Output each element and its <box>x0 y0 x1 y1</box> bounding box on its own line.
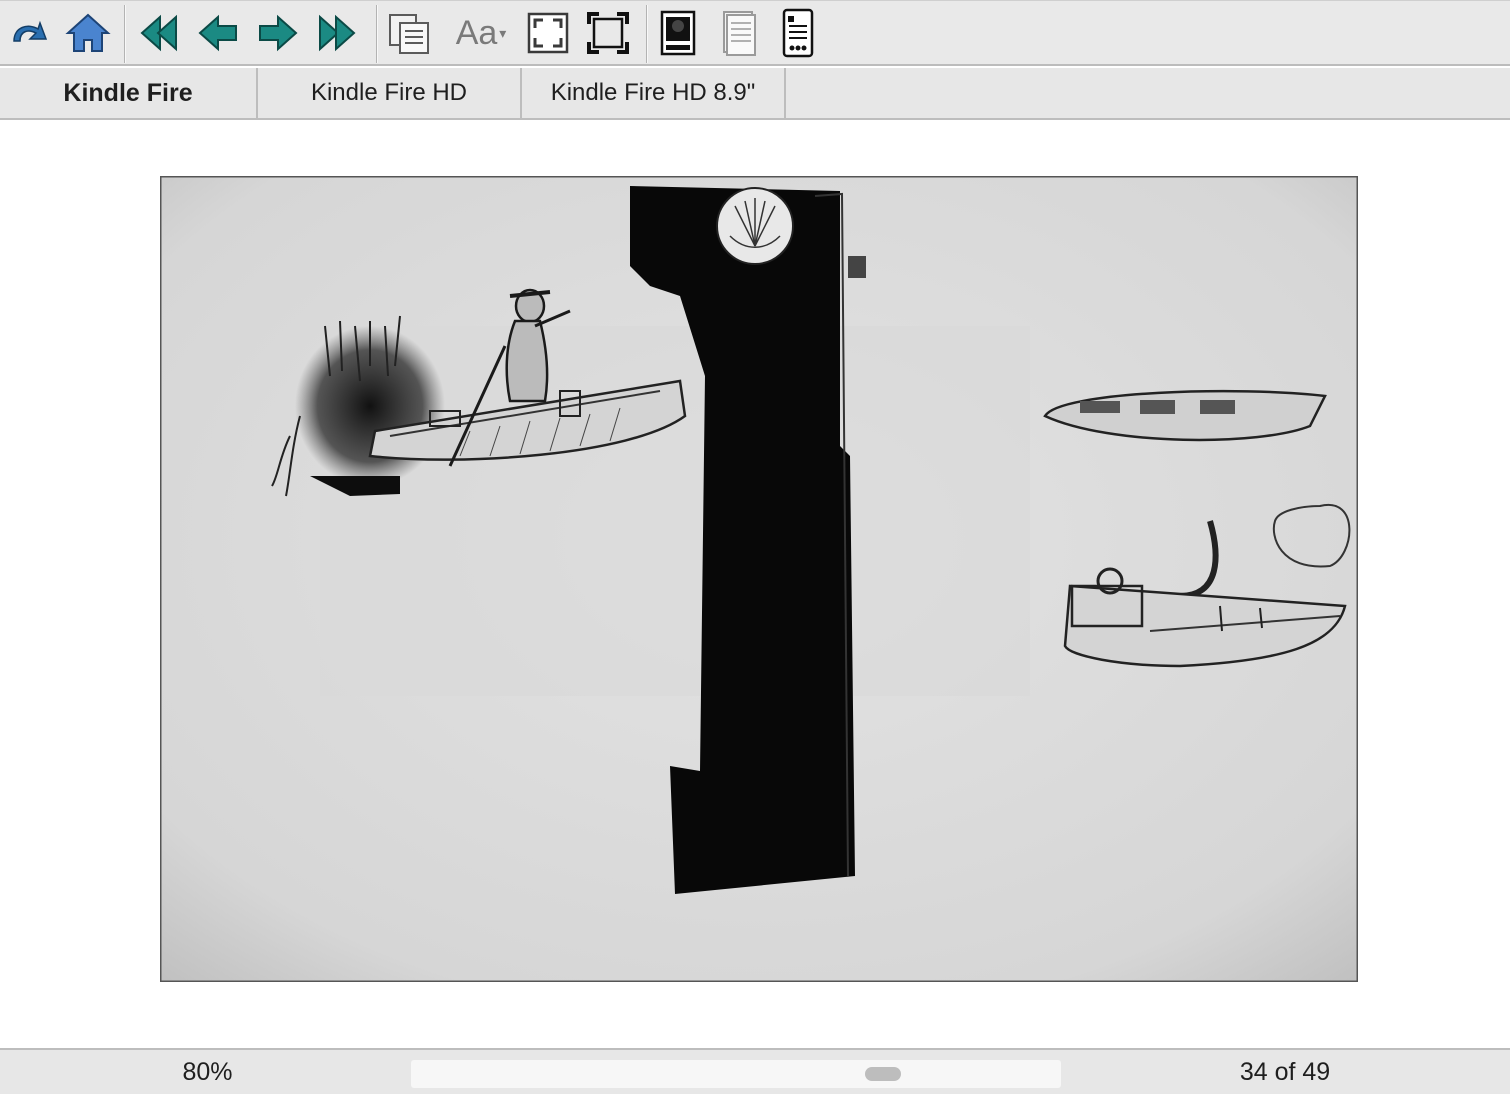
tab-kindle-fire-hd-8-9[interactable]: Kindle Fire HD 8.9" <box>522 68 786 118</box>
back-icon <box>13 20 48 42</box>
previous-page-icon <box>198 14 237 52</box>
device-tabs: Kindle Fire Kindle Fire HD Kindle Fire H… <box>0 68 1510 120</box>
device-view-button[interactable] <box>774 7 822 59</box>
last-page-button[interactable] <box>314 7 362 59</box>
zoom-level[interactable]: 80% <box>160 1058 255 1087</box>
page-slider-thumb[interactable] <box>865 1067 901 1081</box>
font-size-button[interactable]: Aa ▾ <box>446 7 516 59</box>
image-view-button[interactable] <box>654 7 702 59</box>
page-slider[interactable] <box>411 1060 1061 1088</box>
first-page-button[interactable] <box>134 7 182 59</box>
back-button[interactable] <box>4 7 52 59</box>
previous-page-button[interactable] <box>194 7 242 59</box>
home-button[interactable] <box>64 7 112 59</box>
next-page-button[interactable] <box>254 7 302 59</box>
next-page-icon <box>259 14 298 52</box>
device-view-icon <box>782 8 814 58</box>
tab-kindle-fire-hd[interactable]: Kindle Fire HD <box>258 68 522 118</box>
tab-kindle-fire[interactable]: Kindle Fire <box>0 68 258 118</box>
toolbar: Aa ▾ <box>0 0 1510 66</box>
page-indicator: 34 of 49 <box>1239 1058 1331 1086</box>
actual-size-icon <box>587 12 629 54</box>
image-view-icon <box>660 10 696 56</box>
status-bar: 80% 34 of 49 <box>0 1048 1510 1094</box>
actual-size-button[interactable] <box>584 7 632 59</box>
font-size-icon: Aa <box>455 13 498 52</box>
fit-page-button[interactable] <box>524 7 572 59</box>
first-page-icon <box>140 14 177 52</box>
home-icon <box>65 13 111 52</box>
fit-page-icon <box>527 12 569 54</box>
last-page-icon <box>319 14 356 52</box>
text-view-icon <box>723 11 756 56</box>
dropdown-arrow-icon: ▾ <box>499 24 507 41</box>
copy-pages-icon <box>389 14 429 54</box>
copy-pages-button[interactable] <box>386 7 434 59</box>
text-view-button[interactable] <box>714 7 762 59</box>
page-image <box>160 176 1358 982</box>
page-viewer <box>0 120 1510 1048</box>
